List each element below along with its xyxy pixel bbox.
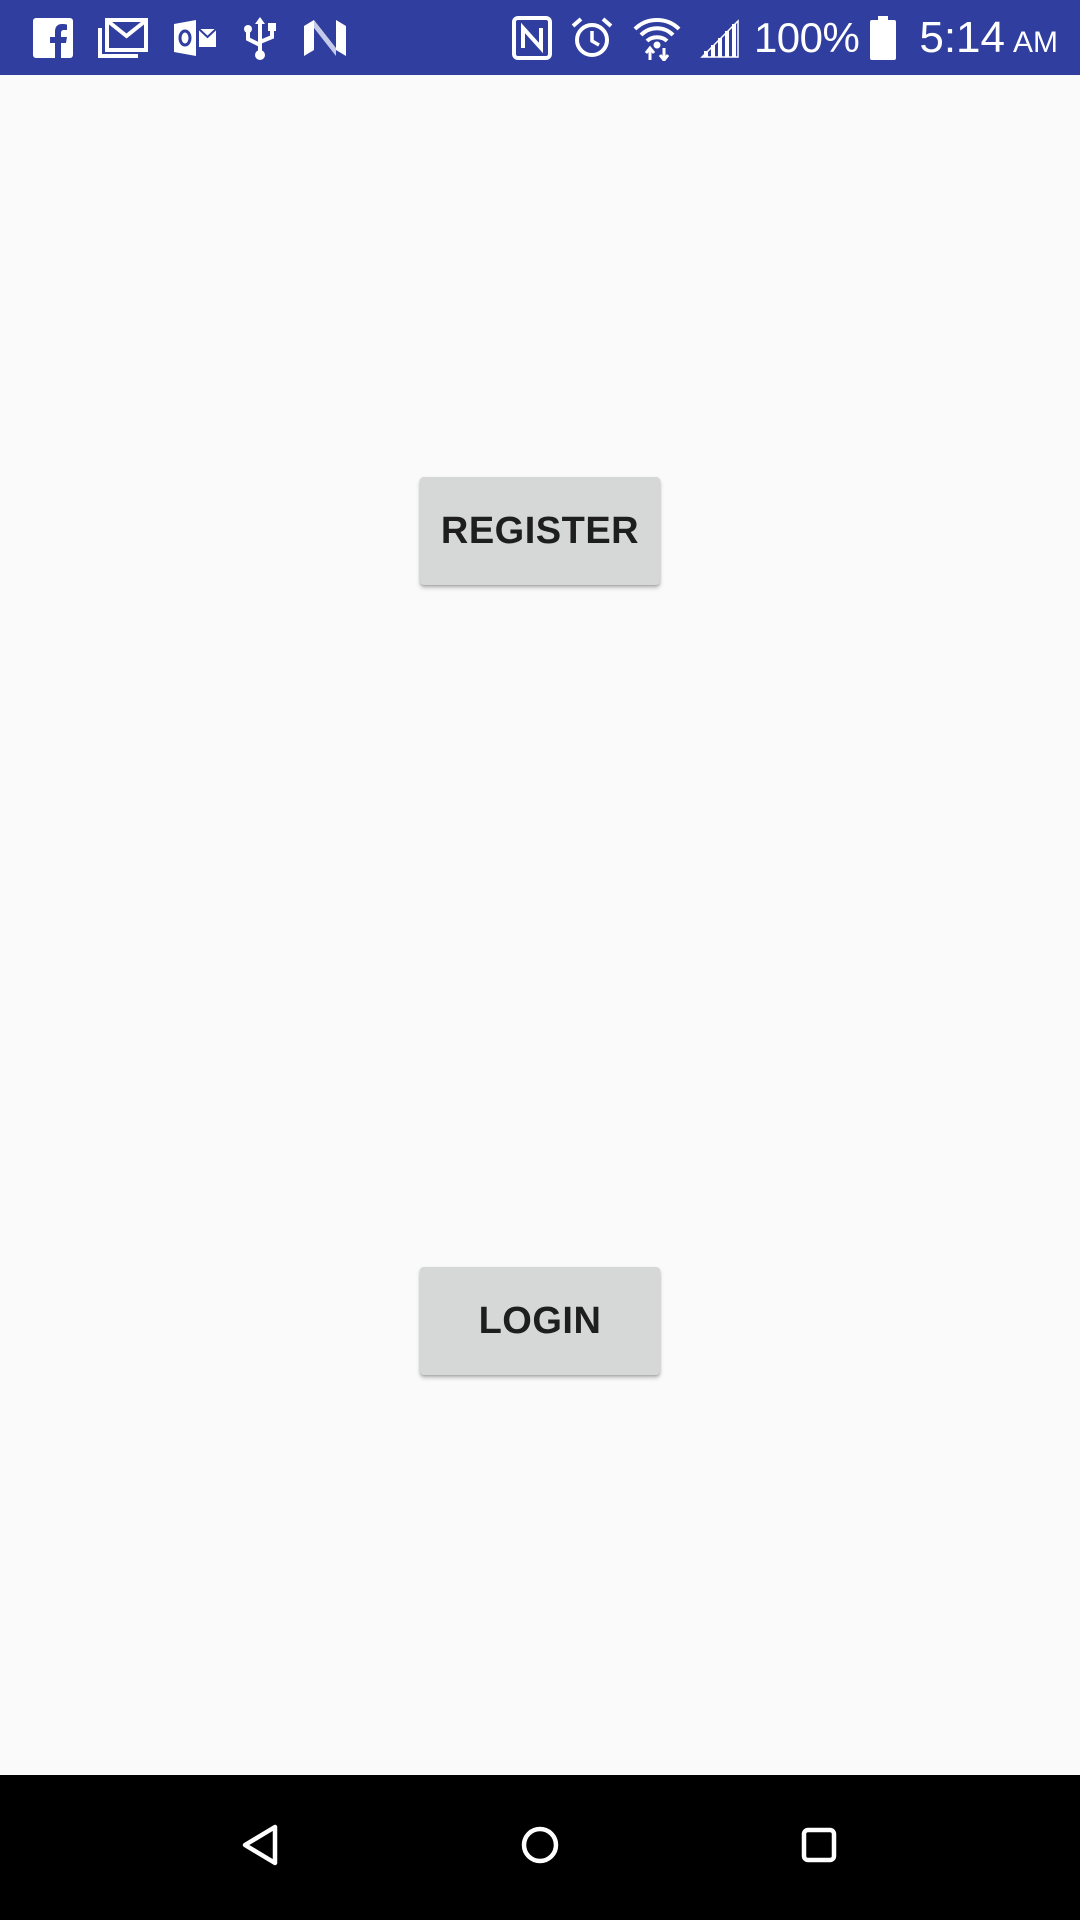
- facebook-icon: [32, 17, 74, 59]
- wifi-icon: [632, 15, 682, 61]
- nfc-icon: [511, 15, 552, 60]
- recents-icon: [797, 1823, 841, 1872]
- clock: 5:14 AM: [919, 13, 1058, 63]
- alarm-icon: [570, 16, 614, 60]
- n-app-icon: [302, 18, 348, 58]
- clock-ampm: AM: [1013, 25, 1058, 59]
- home-icon: [518, 1823, 562, 1872]
- gmail-icon: [98, 17, 148, 58]
- cell-signal-icon: [700, 17, 740, 59]
- register-button[interactable]: REGISTER: [420, 477, 660, 585]
- login-button[interactable]: LOGIN: [420, 1267, 660, 1375]
- home-button[interactable]: [490, 1797, 590, 1897]
- battery-icon: [869, 15, 897, 61]
- battery-percentage: 100%: [753, 13, 860, 61]
- app-screen: 100% 5:14 AM REGISTER LOGIN: [0, 0, 1080, 1920]
- outlook-icon: [172, 18, 218, 58]
- system-icons: 100% 5:14 AM: [494, 13, 1058, 63]
- notification-icons: [32, 15, 372, 61]
- back-button[interactable]: [211, 1797, 311, 1897]
- navigation-bar: [0, 1775, 1080, 1920]
- back-icon: [239, 1823, 283, 1872]
- usb-icon: [242, 15, 278, 61]
- recents-button[interactable]: [769, 1797, 869, 1897]
- status-bar: 100% 5:14 AM: [0, 0, 1080, 75]
- main-content: REGISTER LOGIN: [0, 75, 1080, 1775]
- clock-time: 5:14: [919, 12, 1005, 62]
